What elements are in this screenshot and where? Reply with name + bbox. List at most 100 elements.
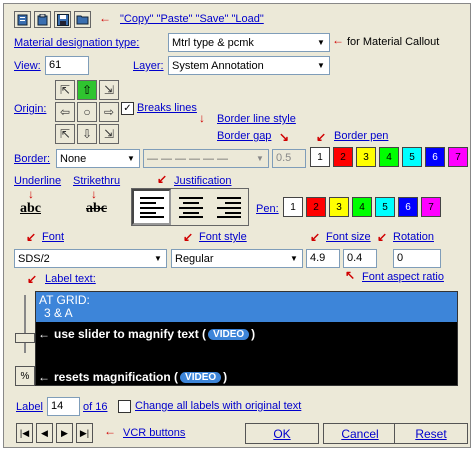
- pen-6[interactable]: 6: [398, 197, 418, 217]
- toolbar: [14, 11, 91, 28]
- reset-button[interactable]: Reset: [394, 423, 468, 444]
- font-value: SDS/2: [18, 252, 50, 265]
- origin-bottom-right-button[interactable]: ⇲: [99, 124, 119, 144]
- paste-icon[interactable]: [34, 11, 51, 28]
- font-label: Font: [42, 231, 65, 243]
- toolbar-arrow: ←: [99, 11, 111, 25]
- origin-center-button[interactable]: ○: [77, 102, 97, 122]
- layer-select[interactable]: System Annotation ▼: [168, 56, 330, 75]
- justify-right-button[interactable]: [210, 189, 248, 225]
- chevron-down-icon: ▼: [154, 254, 162, 263]
- cancel-button[interactable]: Cancel: [323, 423, 397, 444]
- breaks-lines-checkbox[interactable]: ✓: [121, 102, 134, 115]
- origin-top-center-button[interactable]: ⇧: [77, 80, 97, 100]
- material-note: for Material Callout: [347, 36, 440, 48]
- chevron-down-icon: ▼: [256, 154, 264, 163]
- reset-hint-close: ): [223, 370, 228, 384]
- label-count: of 16: [83, 401, 108, 413]
- layer-value: System Annotation: [172, 59, 264, 72]
- slider-hint: ← use slider to magnify text ( VIDEO ): [38, 327, 255, 341]
- pen-5[interactable]: 5: [375, 197, 395, 217]
- reset-video-link[interactable]: VIDEO: [180, 371, 222, 383]
- slider-thumb[interactable]: [15, 333, 35, 343]
- reset-hint: ← resets magnification ( VIDEO ): [38, 370, 227, 384]
- origin-grid: ⇱ ⇧ ⇲ ⇦ ○ ⇨ ⇱ ⇩ ⇲: [55, 80, 119, 144]
- justify-center-button[interactable]: [171, 189, 210, 225]
- material-type-select[interactable]: Mtrl type & pcmk ▼: [168, 33, 330, 52]
- slider-hint-close: ): [251, 327, 256, 341]
- font-style-value: Regular: [175, 252, 214, 265]
- font-size-input[interactable]: 4.9: [306, 249, 340, 268]
- vcr-note: VCR buttons: [123, 427, 186, 439]
- previous-icon[interactable]: ◀: [36, 423, 53, 443]
- gap-arrow: ↘: [279, 130, 290, 144]
- label-text-line1: AT GRID:: [39, 293, 90, 307]
- pen-3[interactable]: 3: [329, 197, 349, 217]
- rotation-input[interactable]: 0: [393, 249, 441, 268]
- border-pen-5[interactable]: 5: [402, 147, 422, 167]
- origin-top-left-button[interactable]: ⇱: [55, 80, 75, 100]
- first-icon[interactable]: |◀: [16, 423, 33, 443]
- pen-1[interactable]: 1: [283, 197, 303, 217]
- last-icon[interactable]: ▶|: [76, 423, 93, 443]
- origin-middle-left-button[interactable]: ⇦: [55, 102, 75, 122]
- justification-group: [131, 188, 249, 226]
- view-input[interactable]: 61: [45, 56, 89, 75]
- change-all-checkbox[interactable]: [118, 400, 131, 413]
- chevron-down-icon: ▼: [127, 154, 135, 163]
- material-type-label: Material designation type:: [14, 37, 140, 49]
- pen-2[interactable]: 2: [306, 197, 326, 217]
- copy-icon[interactable]: [14, 11, 31, 28]
- underline-button[interactable]: abc: [20, 201, 41, 217]
- breaks-lines-label: Breaks lines: [137, 102, 197, 114]
- justify-left-button[interactable]: [132, 189, 171, 225]
- font-size-arrow: ↙: [310, 230, 321, 244]
- origin-label: Origin:: [14, 103, 47, 115]
- origin-middle-right-button[interactable]: ⇨: [99, 102, 119, 122]
- rotation-label: Rotation: [393, 231, 434, 243]
- align-left-icon: [139, 197, 164, 218]
- load-icon[interactable]: [74, 11, 91, 28]
- strikethru-button[interactable]: abc: [86, 201, 107, 217]
- strikethru-arrow: ↓: [91, 187, 97, 201]
- border-pen-2[interactable]: 2: [333, 147, 353, 167]
- border-value: None: [60, 152, 87, 165]
- border-gap-label: Border gap: [217, 130, 272, 142]
- origin-bottom-center-button[interactable]: ⇩: [77, 124, 97, 144]
- pen-7[interactable]: 7: [421, 197, 441, 217]
- label-text-selection: AT GRID: 3 & A: [36, 292, 457, 322]
- font-select[interactable]: SDS/2 ▼: [14, 249, 167, 268]
- font-style-arrow: ↙: [183, 230, 194, 244]
- border-select[interactable]: None ▼: [56, 149, 140, 168]
- reset-hint-text: resets magnification (: [54, 370, 179, 384]
- percent-reset-button[interactable]: %: [15, 366, 35, 386]
- border-pen-1[interactable]: 1: [310, 147, 330, 167]
- vcr-arrow: ←: [104, 424, 116, 438]
- origin-bottom-left-button[interactable]: ⇱: [55, 124, 75, 144]
- border-pen-4[interactable]: 4: [379, 147, 399, 167]
- border-pen-label: Border pen: [334, 130, 389, 142]
- label-number-input[interactable]: 14: [47, 397, 80, 416]
- font-style-label: Font style: [199, 231, 247, 243]
- next-icon[interactable]: ▶: [56, 423, 73, 443]
- pen-arrow: ↙: [316, 130, 327, 144]
- border-pen-6[interactable]: 6: [425, 147, 445, 167]
- material-arrow: ←: [332, 33, 344, 47]
- slider-video-link[interactable]: VIDEO: [208, 328, 250, 340]
- change-all-label: Change all labels with original text: [135, 400, 302, 412]
- origin-top-right-button[interactable]: ⇲: [99, 80, 119, 100]
- justification-label: Justification: [174, 175, 232, 187]
- border-line-style-select[interactable]: —————— ▼: [143, 149, 269, 168]
- border-gap-input[interactable]: 0.5: [272, 149, 306, 168]
- slider-track: [24, 295, 26, 353]
- save-icon[interactable]: [54, 11, 71, 28]
- border-pen-7[interactable]: 7: [448, 147, 468, 167]
- ok-button[interactable]: OK: [245, 423, 319, 444]
- aspect-ratio-input[interactable]: 0.4: [343, 249, 377, 268]
- pen-4[interactable]: 4: [352, 197, 372, 217]
- font-style-select[interactable]: Regular ▼: [171, 249, 303, 268]
- align-right-icon: [217, 197, 241, 218]
- border-pen-3[interactable]: 3: [356, 147, 376, 167]
- font-size-label: Font size: [326, 231, 371, 243]
- pen-swatches: 1 2 3 4 5 6 7: [283, 197, 441, 217]
